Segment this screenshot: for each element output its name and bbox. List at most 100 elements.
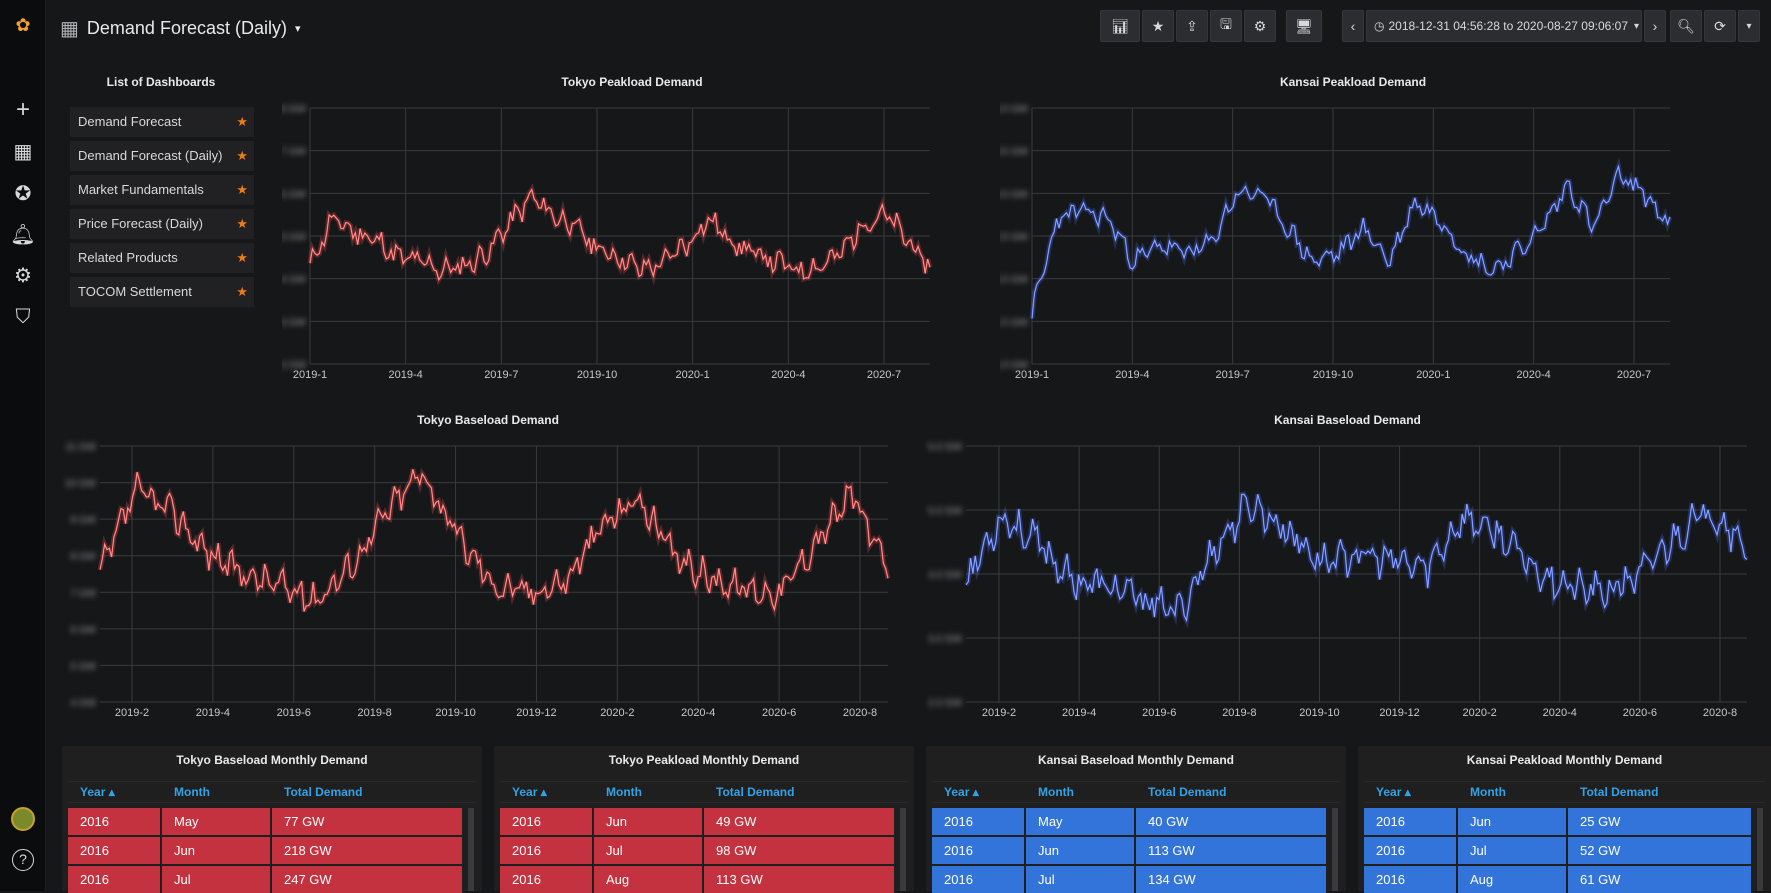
month-cell: Jun	[594, 808, 704, 835]
table-scrollbar[interactable]	[468, 808, 474, 891]
tokyo-peakload-chart-panel: Tokyo Peakload Demand 8 GW 7 GW 6 GW 5 GW 4 …	[282, 66, 982, 396]
save-dashboard-button[interactable]: 🖫︎	[1210, 10, 1242, 42]
add-panel-button[interactable]: 📊︎	[1100, 10, 1140, 42]
zoom-out-button[interactable]: 🔍︎	[1670, 10, 1702, 42]
star-icon[interactable]: ★	[236, 243, 248, 273]
share-dashboard-button[interactable]: ⇪	[1176, 10, 1208, 42]
month-cell: Jul	[594, 837, 704, 864]
x-tick-label: 2019-4	[196, 707, 230, 719]
gear-icon: ⚙	[1253, 17, 1267, 34]
table-scrollbar[interactable]	[1757, 808, 1763, 891]
gear-icon[interactable]: ⚙	[0, 258, 46, 292]
kansai-baseload-table-panel: Kansai Baseload Monthly Demand Year ▴ Mont…	[926, 746, 1346, 893]
total-demand-value: 49 GW	[716, 814, 757, 829]
column-header-total-demand[interactable]: Total Demand	[284, 785, 362, 799]
help-icon[interactable]: ?	[0, 843, 46, 877]
tokyo-baseload-table-panel: Tokyo Baseload Monthly Demand Year ▴ Month…	[62, 746, 482, 893]
grid-icon[interactable]: ▦	[0, 134, 46, 168]
dashboard-settings-button[interactable]: ⚙	[1244, 10, 1276, 42]
x-tick-label: 2019-10	[1299, 707, 1339, 719]
column-header-year[interactable]: Year ▴	[512, 785, 547, 799]
table-scrollbar[interactable]	[1332, 808, 1338, 891]
column-header-total-demand[interactable]: Total Demand	[716, 785, 794, 799]
star-icon[interactable]: ★	[236, 277, 248, 307]
total-demand-value: 40 GW	[1148, 814, 1189, 829]
total-demand-cell: 98 GW	[704, 837, 896, 864]
star-icon[interactable]: ★	[236, 175, 248, 205]
column-header-year[interactable]: Year ▴	[1376, 785, 1411, 799]
month-cell: Jul	[1458, 837, 1568, 864]
month-cell: Aug	[1458, 866, 1568, 893]
table-row: 2016 Aug 113 GW	[500, 866, 896, 893]
dashboard-link-related-products[interactable]: Related Products ★	[70, 243, 254, 273]
table-header: Year ▴ Month Total Demand	[1364, 781, 1765, 803]
save-icon: 🖫︎	[1220, 16, 1232, 32]
series-glow	[1029, 157, 1673, 319]
dashboard-link-market-fundamentals[interactable]: Market Fundamentals ★	[70, 175, 254, 205]
dashboard-title[interactable]: ▦ Demand Forecast (Daily) ▾	[60, 16, 301, 41]
time-back-button[interactable]: ‹	[1342, 10, 1364, 42]
refresh-interval-button[interactable]: ▾	[1738, 10, 1760, 42]
dashboard-link-price-forecast-daily[interactable]: Price Forecast (Daily) ★	[70, 209, 254, 239]
dashboard-list-panel: List of Dashboards Demand Forecast ★ Dema…	[46, 66, 276, 322]
compass-icon[interactable]: ✪	[0, 176, 46, 210]
y-tick-label: 7 GW	[70, 588, 96, 599]
dashboard-link-tocom-settlement[interactable]: TOCOM Settlement ★	[70, 277, 254, 307]
x-tick-label: 2020-7	[1617, 369, 1651, 381]
dashboard-link-demand-forecast-daily[interactable]: Demand Forecast (Daily) ★	[70, 141, 254, 171]
star-icon[interactable]: ★	[236, 209, 248, 239]
chevron-down-icon: ▾	[294, 23, 301, 35]
grafana-logo-icon[interactable]: ✿	[0, 8, 46, 42]
column-header-month[interactable]: Month	[1470, 785, 1506, 799]
star-dashboard-button[interactable]: ★	[1142, 10, 1174, 42]
side-menu: ✿ + ▦ ✪ 🔔︎ ⚙ ⛉ ?	[0, 0, 46, 891]
dashboard-link-label: TOCOM Settlement	[78, 284, 192, 299]
dashboard-link-label: Price Forecast (Daily)	[78, 216, 203, 231]
refresh-button[interactable]: ⟳	[1704, 10, 1736, 42]
year-cell: 2016	[68, 837, 162, 864]
kansai-baseload-chart-panel: Kansai Baseload Demand 6.0 GW 5.0 GW 4.0 G…	[924, 404, 1771, 734]
column-header-year[interactable]: Year ▴	[944, 785, 979, 799]
y-tick-label: 2.5 GW	[1000, 232, 1029, 243]
x-tick-label: 2019-6	[1142, 707, 1176, 719]
column-header-month[interactable]: Month	[174, 785, 210, 799]
year-cell: 2016	[500, 837, 594, 864]
avatar[interactable]	[0, 802, 46, 836]
y-tick-label: 8 GW	[282, 104, 307, 115]
column-header-total-demand[interactable]: Total Demand	[1148, 785, 1226, 799]
y-tick-label: 6.0 GW	[928, 442, 962, 453]
dashboard-link-label: Related Products	[78, 250, 178, 265]
shield-icon[interactable]: ⛉	[0, 300, 46, 334]
total-demand-value: 77 GW	[284, 814, 325, 829]
time-picker-button[interactable]: ◷ 2018-12-31 04:56:28 to 2020-08-27 09:0…	[1366, 10, 1642, 42]
tv-mode-button[interactable]: 🖥︎	[1286, 10, 1322, 42]
table-row: 2016 May 40 GW	[932, 808, 1328, 835]
total-demand-cell: 77 GW	[272, 808, 464, 835]
zoom-out-icon: 🔍︎	[1677, 17, 1695, 34]
kansai-peakload-chart-panel: Kansai Peakload Demand 4.0 GW3.5 GW3.0 G…	[1000, 66, 1706, 396]
x-tick-label: 2020-2	[600, 707, 634, 719]
plus-icon[interactable]: +	[0, 93, 46, 127]
column-header-month[interactable]: Month	[606, 785, 642, 799]
dashboard-link-demand-forecast[interactable]: Demand Forecast ★	[70, 107, 254, 137]
column-header-total-demand[interactable]: Total Demand	[1580, 785, 1658, 799]
bell-icon[interactable]: 🔔︎	[0, 217, 46, 251]
table-row: 2016 Jul 52 GW	[1364, 837, 1753, 864]
month-cell: Jun	[162, 837, 272, 864]
year-cell: 2016	[500, 808, 594, 835]
star-icon[interactable]: ★	[236, 141, 248, 171]
month-cell: Jun	[1458, 808, 1568, 835]
column-header-month[interactable]: Month	[1038, 785, 1074, 799]
x-tick-label: 2019-10	[435, 707, 475, 719]
x-tick-label: 2020-1	[1416, 369, 1450, 381]
chart-svg: 4.0 GW3.5 GW3.0 GW2.5 GW2.0 GW1.5 GW1.0 …	[1000, 104, 1673, 381]
x-tick-label: 2020-6	[1623, 707, 1657, 719]
y-tick-label: 5.0 GW	[928, 506, 962, 517]
year-cell: 2016	[68, 866, 162, 893]
star-icon[interactable]: ★	[236, 107, 248, 137]
table-scrollbar[interactable]	[900, 808, 906, 891]
x-tick-label: 2020-4	[1543, 707, 1577, 719]
time-forward-button[interactable]: ›	[1644, 10, 1666, 42]
y-tick-label: 2.0 GW	[928, 698, 962, 709]
column-header-year[interactable]: Year ▴	[80, 785, 115, 799]
